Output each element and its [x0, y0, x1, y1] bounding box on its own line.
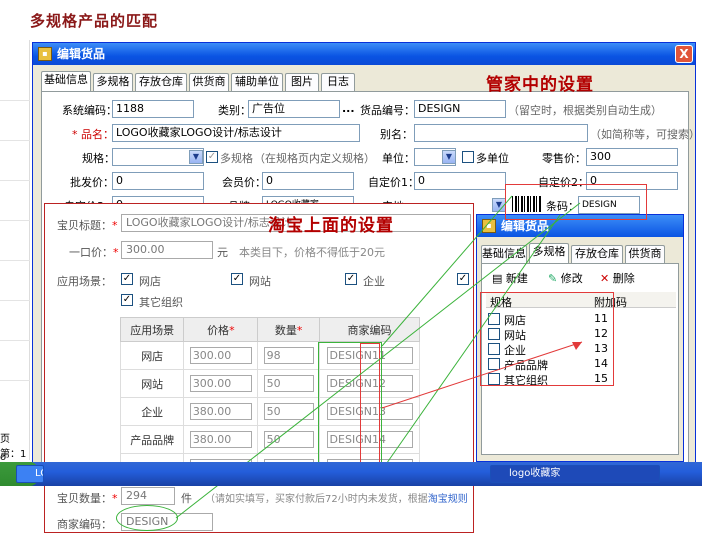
arrow-head	[572, 342, 582, 350]
taskbar-item-logo-collector[interactable]: logo收藏家	[490, 465, 660, 483]
connector-line	[381, 214, 561, 471]
connector-lines	[175, 195, 583, 519]
taskbar: 开始 LOGO logo收藏家	[0, 462, 702, 486]
connector-line	[381, 341, 583, 409]
taskbar-item-logo[interactable]: LOGO	[16, 465, 44, 483]
